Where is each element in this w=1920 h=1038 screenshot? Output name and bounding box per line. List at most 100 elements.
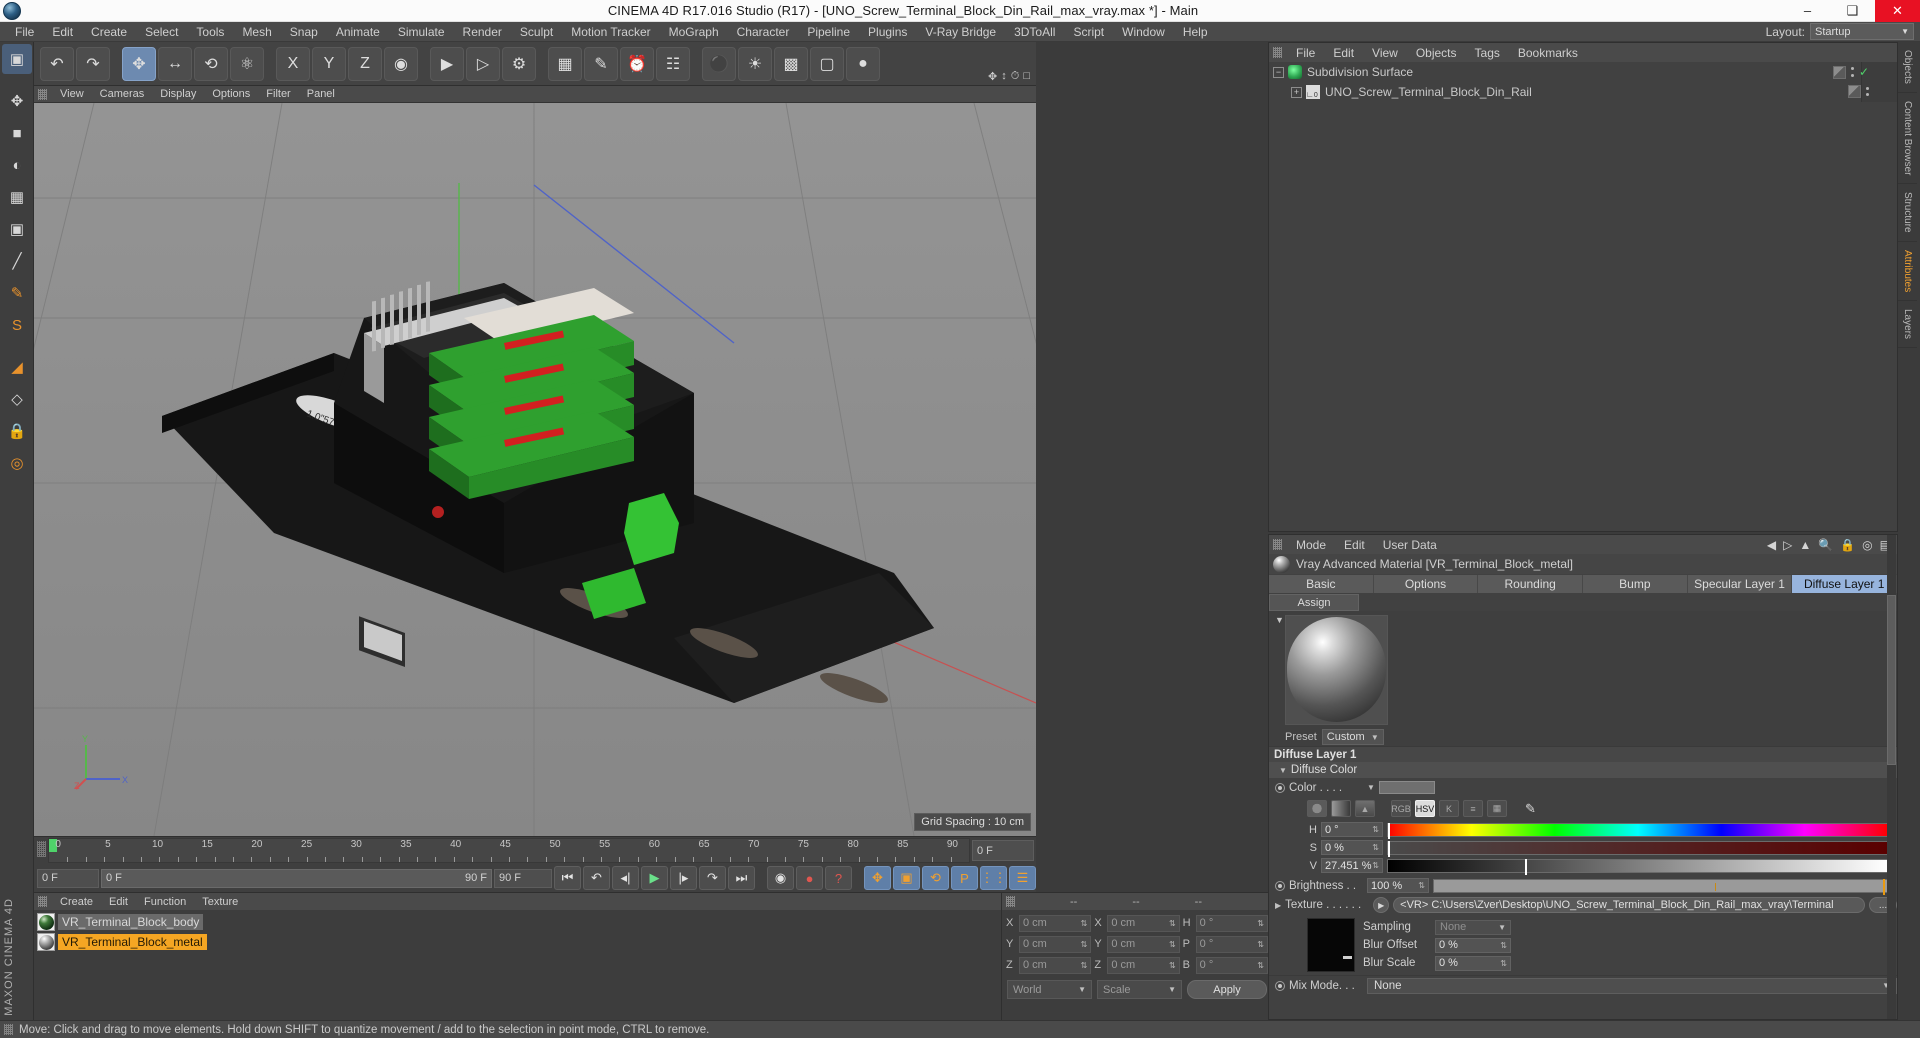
value-slider[interactable] [1387,858,1889,875]
timeline-grip-icon[interactable] [37,841,46,857]
cube-icon[interactable]: ▦ [2,182,32,212]
generator-icon[interactable]: ⏰ [620,46,654,81]
viewport-menu-cameras[interactable]: Cameras [92,88,153,100]
texture-thumbnail[interactable] [1307,918,1355,972]
menu-tools[interactable]: Tools [187,22,233,42]
object-menu-edit[interactable]: Edit [1324,46,1363,60]
lock-icon[interactable]: 🔒 [2,416,32,446]
object-menu-bookmarks[interactable]: Bookmarks [1509,46,1587,60]
undo-icon[interactable]: ↶ [40,46,74,81]
menu-character[interactable]: Character [728,22,799,42]
apply-button[interactable]: Apply [1187,980,1267,999]
menu-3dtoall[interactable]: 3DToAll [1005,22,1064,42]
deformer2-icon[interactable]: ● [846,46,880,81]
sampling-select[interactable]: None ▼ [1435,919,1511,935]
image-picker-icon[interactable]: ▲ [1355,800,1375,817]
record-icon[interactable]: ● [796,866,823,890]
viewport-menu-options[interactable]: Options [204,88,258,100]
viewport-canvas[interactable]: Perspective [34,103,1036,836]
tab-diffuse-layer-1[interactable]: Diffuse Layer 1 [1792,575,1898,593]
viewport-nav-icons[interactable]: ✥ ↕ ⏱ □ [988,70,1030,83]
rewind-icon[interactable]: ↶ [583,866,610,890]
coord-mode-select[interactable]: Scale ▼ [1097,980,1182,999]
panel-grip-icon[interactable] [38,88,47,100]
menu-window[interactable]: Window [1113,22,1174,42]
menu-render[interactable]: Render [454,22,511,42]
menu-help[interactable]: Help [1174,22,1217,42]
object-menu-tags[interactable]: Tags [1466,46,1509,60]
menu-simulate[interactable]: Simulate [389,22,454,42]
paint-icon[interactable]: ✎ [2,278,32,308]
lock-icon[interactable]: 🔒 [1840,538,1855,552]
live-selection-icon[interactable]: ▣ [2,44,32,74]
object-menu-file[interactable]: File [1287,46,1324,60]
object-row-subdivision-surface[interactable]: − Subdivision Surface ✓ [1269,62,1897,82]
null-object-icon[interactable]: ∟ 0 [1306,85,1320,99]
color-wheel-icon[interactable] [1307,800,1327,817]
menu-pipeline[interactable]: Pipeline [798,22,859,42]
menu-mesh[interactable]: Mesh [233,22,280,42]
coord-rotation-b[interactable]: 0 ° ⇅ [1195,956,1268,974]
enabled-check-icon[interactable]: ✓ [1859,65,1869,79]
attr-menu-user-data[interactable]: User Data [1374,538,1446,552]
color-swatch[interactable] [1378,781,1435,794]
material-menu-edit[interactable]: Edit [101,896,136,908]
object-menu-view[interactable]: View [1363,46,1407,60]
move-icon[interactable]: ✥ [2,86,32,116]
rgb-mode-button[interactable]: RGB [1391,800,1411,817]
material-thumbnail[interactable] [37,933,55,951]
menu-create[interactable]: Create [82,22,136,42]
material-preview-sphere[interactable] [1287,617,1386,722]
coord-rotation-h[interactable]: 0 ° ⇅ [1195,914,1268,932]
viewport-menu-display[interactable]: Display [152,88,204,100]
menu-sculpt[interactable]: Sculpt [511,22,562,42]
saturation-slider[interactable] [1387,840,1889,857]
preset-select[interactable]: Custom ▼ [1321,729,1384,745]
blur-scale-input[interactable]: 0 % ⇅ [1435,955,1511,971]
maximize-button[interactable]: ❑ [1830,0,1875,22]
orbit-icon[interactable]: ⏱ [1011,70,1020,83]
brightness-input[interactable]: 100 % ⇅ [1367,878,1429,893]
forward-arrow-icon[interactable]: ▷ [1783,538,1792,552]
swatches-mode-button[interactable]: ▦ [1487,800,1507,817]
layout-select[interactable]: Startup ▼ [1810,23,1914,40]
coord-position-x[interactable]: 0 cm ⇅ [1019,914,1092,932]
kelvin-mode-button[interactable]: K [1439,800,1459,817]
sliders-mode-button[interactable]: ≡ [1463,800,1483,817]
tab-options[interactable]: Options [1373,575,1479,593]
viewport-menu-filter[interactable]: Filter [258,88,298,100]
zoom-icon[interactable]: ↕ [1001,70,1007,83]
vtab-content-browser[interactable]: Content Browser [1898,93,1917,185]
axis-x-icon[interactable]: X [276,46,310,81]
saturation-input[interactable]: 0 % ⇅ [1321,840,1383,855]
cube-primitive-icon[interactable]: ▦ [548,46,582,81]
material-menu-texture[interactable]: Texture [194,896,246,908]
texture-path-input[interactable]: <VR> C:\Users\Zver\Desktop\UNO_Screw_Ter… [1393,897,1865,913]
array-icon[interactable]: ☷ [656,46,690,81]
tab-basic[interactable]: Basic [1269,575,1374,593]
rotation-key-icon[interactable]: ⟲ [922,866,949,890]
timeline-icon[interactable]: ☰ [1009,866,1036,890]
range-end-input[interactable]: 90 F [494,868,552,888]
menu-edit[interactable]: Edit [43,22,82,42]
menu-plugins[interactable]: Plugins [859,22,916,42]
menu-mograph[interactable]: MoGraph [660,22,728,42]
panel-grip-icon[interactable] [1273,539,1282,550]
menu-motion-tracker[interactable]: Motion Tracker [562,22,659,42]
material-item-body[interactable]: VR_Terminal_Block_body [34,912,1001,932]
render-region-icon[interactable]: ▷ [466,46,500,81]
search-icon[interactable]: 🔍 [1818,538,1833,552]
chevron-down-icon[interactable]: ▼ [1279,766,1287,775]
color-animate-dot[interactable] [1275,782,1285,793]
s-deform-icon[interactable]: S [2,310,32,340]
object-menu-objects[interactable]: Objects [1407,46,1466,60]
preview-collapse-icon[interactable]: ▼ [1275,615,1284,625]
step-forward-icon[interactable]: |▸ [670,866,697,890]
material-item-metal[interactable]: VR_Terminal_Block_metal [34,932,1001,952]
hue-slider[interactable] [1387,822,1889,839]
render-view-icon[interactable]: ▶ [430,46,464,81]
mix-mode-animate-dot[interactable] [1275,980,1285,991]
floor-icon[interactable]: ▢ [810,46,844,81]
material-thumbnail[interactable] [37,913,55,931]
menu-vray-bridge[interactable]: V-Ray Bridge [916,22,1005,42]
